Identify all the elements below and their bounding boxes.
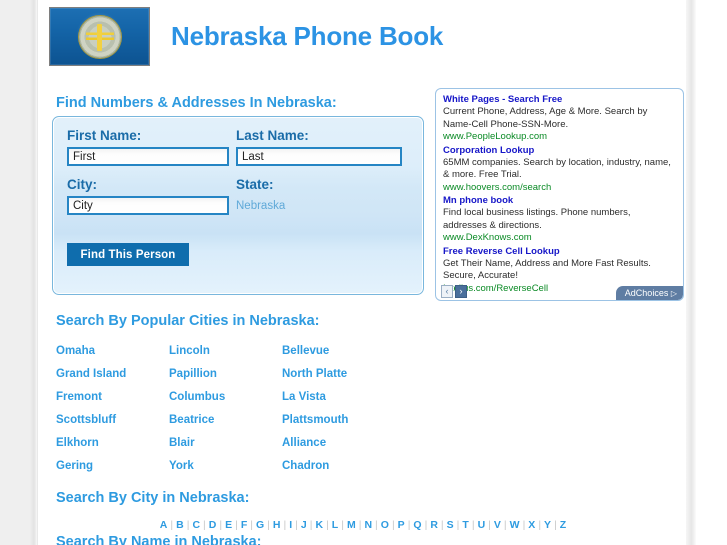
last-name-input[interactable] <box>236 147 402 166</box>
city-row: Scottsbluff Beatrice Plattsmouth <box>56 414 456 437</box>
city-link[interactable]: Alliance <box>282 437 395 460</box>
ad-pagination: ‹ › <box>441 285 467 298</box>
ad-url[interactable]: www.PeopleLookup.com <box>443 131 676 144</box>
find-this-person-button[interactable]: Find This Person <box>67 243 189 266</box>
city-link[interactable]: Fremont <box>56 391 169 414</box>
popular-cities-heading: Search By Popular Cities in Nebraska: <box>56 313 320 329</box>
alphabet-link-r[interactable]: R <box>427 519 441 531</box>
alphabet-link-k[interactable]: K <box>312 519 326 531</box>
city-link[interactable]: Beatrice <box>169 414 282 437</box>
advertisement-block: White Pages - Search Free Current Phone,… <box>435 88 684 301</box>
adchoices-badge[interactable]: AdChoices ▷ <box>615 286 683 300</box>
alphabet-link-m[interactable]: M <box>344 519 359 531</box>
city-link[interactable]: Lincoln <box>169 345 282 368</box>
alphabet-link-c[interactable]: C <box>189 519 203 531</box>
alphabet-link-d[interactable]: D <box>206 519 220 531</box>
city-link[interactable]: Scottsbluff <box>56 414 169 437</box>
state-seal-icon <box>78 15 121 58</box>
alphabet-link-v[interactable]: V <box>491 519 504 531</box>
alphabet-link-b[interactable]: B <box>173 519 187 531</box>
state-label: State: <box>236 177 274 192</box>
site-header: Nebraska Phone Book <box>49 7 443 66</box>
alphabet-link-q[interactable]: Q <box>410 519 424 531</box>
city-row: Elkhorn Blair Alliance <box>56 437 456 460</box>
ad-description: Find local business listings. Phone numb… <box>443 207 631 231</box>
last-name-label: Last Name: <box>236 128 309 143</box>
alphabet-link-u[interactable]: U <box>475 519 489 531</box>
alphabet-link-j[interactable]: J <box>298 519 310 531</box>
alphabet-link-x[interactable]: X <box>525 519 538 531</box>
ad-url[interactable]: www.hoovers.com/search <box>443 182 676 195</box>
alphabet-link-s[interactable]: S <box>444 519 457 531</box>
city-field-group: City: <box>67 177 229 215</box>
alphabet-link-i[interactable]: I <box>286 519 295 531</box>
city-input[interactable] <box>67 196 229 215</box>
alphabet-link-t[interactable]: T <box>459 519 471 531</box>
ad-item: Corporation Lookup 65MM companies. Searc… <box>443 145 676 195</box>
ad-prev-icon[interactable]: ‹ <box>441 285 453 298</box>
ad-description: Current Phone, Address, Age & More. Sear… <box>443 106 648 130</box>
search-form-panel: First Name: Last Name: City: State: Nebr… <box>52 116 424 295</box>
ad-item: Mn phone book Find local business listin… <box>443 195 676 245</box>
ad-title[interactable]: White Pages - Search Free <box>443 94 676 106</box>
alphabet-link-f[interactable]: F <box>238 519 250 531</box>
state-field-group: State: Nebraska <box>236 177 285 212</box>
ad-title[interactable]: Corporation Lookup <box>443 145 676 157</box>
city-row: Omaha Lincoln Bellevue <box>56 345 456 368</box>
adchoices-label: AdChoices <box>624 288 669 298</box>
last-name-field-group: Last Name: <box>236 128 402 166</box>
nebraska-flag-icon <box>49 7 150 66</box>
popular-cities-grid: Omaha Lincoln Bellevue Grand Island Papi… <box>56 345 456 483</box>
state-value-link[interactable]: Nebraska <box>236 200 285 212</box>
first-name-field-group: First Name: <box>67 128 229 166</box>
ad-description: Get Their Name, Address and More Fast Re… <box>443 257 651 282</box>
city-link[interactable]: La Vista <box>282 391 395 414</box>
ad-description: 65MM companies. Search by location, indu… <box>443 156 671 181</box>
alphabet-link-a[interactable]: A <box>157 519 171 531</box>
city-link[interactable]: Gering <box>56 460 169 483</box>
find-section-heading: Find Numbers & Addresses In Nebraska: <box>56 95 337 111</box>
city-link[interactable]: York <box>169 460 282 483</box>
alphabet-link-h[interactable]: H <box>270 519 284 531</box>
triangle-right-icon: ▷ <box>670 289 677 298</box>
city-link[interactable]: Grand Island <box>56 368 169 391</box>
alphabet-link-l[interactable]: L <box>329 519 341 531</box>
search-by-city-heading: Search By City in Nebraska: <box>56 490 250 506</box>
city-link[interactable]: Bellevue <box>282 345 395 368</box>
city-link[interactable]: Papillion <box>169 368 282 391</box>
first-name-label: First Name: <box>67 128 142 143</box>
ad-list: White Pages - Search Free Current Phone,… <box>443 94 676 295</box>
city-link[interactable]: Columbus <box>169 391 282 414</box>
city-link[interactable]: Elkhorn <box>56 437 169 460</box>
alphabet-link-n[interactable]: N <box>361 519 375 531</box>
city-row: Grand Island Papillion North Platte <box>56 368 456 391</box>
city-row: Gering York Chadron <box>56 460 456 483</box>
page-content: Nebraska Phone Book Find Numbers & Addre… <box>37 0 696 545</box>
alphabet-link-e[interactable]: E <box>222 519 235 531</box>
ad-footer: ‹ › AdChoices ▷ <box>436 283 683 300</box>
city-link[interactable]: Plattsmouth <box>282 414 395 437</box>
browser-viewport: Nebraska Phone Book Find Numbers & Addre… <box>0 0 727 545</box>
city-label: City: <box>67 177 97 192</box>
ad-title[interactable]: Free Reverse Cell Lookup <box>443 246 676 258</box>
page-title: Nebraska Phone Book <box>171 21 444 51</box>
alphabet-link-g[interactable]: G <box>253 519 267 531</box>
city-row: Fremont Columbus La Vista <box>56 391 456 414</box>
ad-title[interactable]: Mn phone book <box>443 195 676 207</box>
search-by-name-heading: Search By Name in Nebraska: <box>56 534 262 545</box>
alphabet-link-w[interactable]: W <box>507 519 523 531</box>
city-link[interactable]: North Platte <box>282 368 395 391</box>
ad-url[interactable]: www.DexKnows.com <box>443 232 676 245</box>
city-link[interactable]: Blair <box>169 437 282 460</box>
city-link[interactable]: Chadron <box>282 460 395 483</box>
city-link[interactable]: Omaha <box>56 345 169 368</box>
alphabet-link-y[interactable]: Y <box>541 519 554 531</box>
ad-item: White Pages - Search Free Current Phone,… <box>443 94 676 144</box>
alphabet-link-p[interactable]: P <box>395 519 408 531</box>
first-name-input[interactable] <box>67 147 229 166</box>
alphabet-link-z[interactable]: Z <box>557 519 569 531</box>
alphabet-index: A | B | C | D | E | F | G | H | I | J | K | L | M | N | O | P | Q | R | S | T |… <box>38 515 688 533</box>
ad-next-icon[interactable]: › <box>455 285 467 298</box>
alphabet-link-o[interactable]: O <box>378 519 392 531</box>
